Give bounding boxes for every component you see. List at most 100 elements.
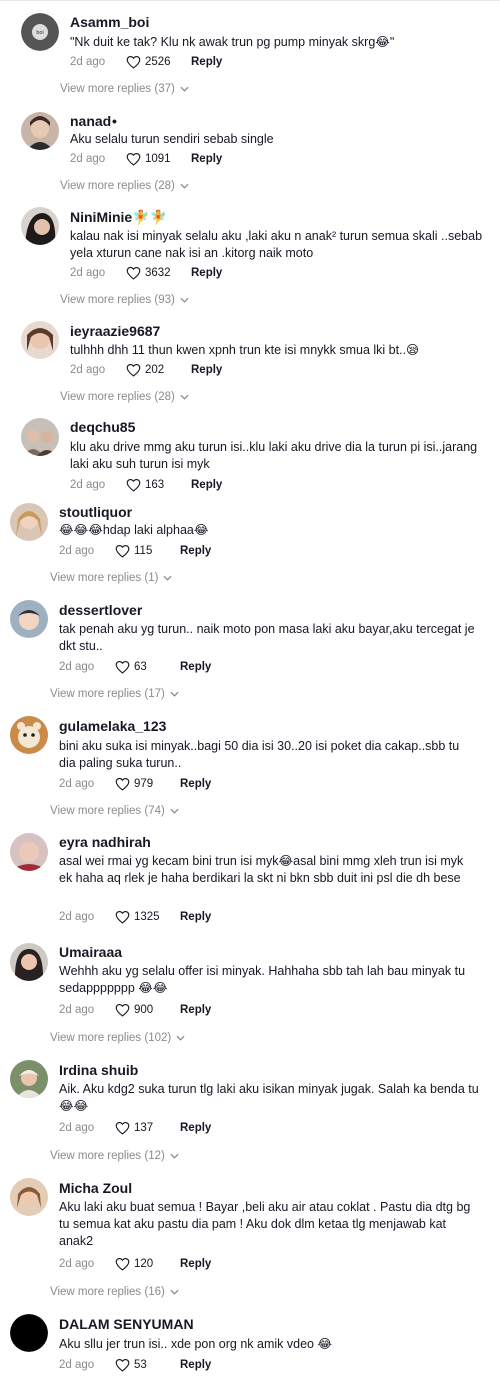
like-count: 163 (145, 479, 165, 491)
reply-button[interactable]: Reply (191, 153, 222, 165)
view-more-replies-label: View more replies (12) (50, 1150, 165, 1162)
comment-date: 2d ago (70, 364, 106, 376)
avatar-photo-icon[interactable] (21, 321, 59, 359)
reply-button[interactable]: Reply (180, 778, 211, 790)
heart-icon (126, 152, 141, 166)
comment-username[interactable]: dessertlover (59, 602, 142, 618)
comment-username[interactable]: nanad (70, 113, 111, 129)
like-count: 2526 (145, 56, 171, 68)
comment-text: Aku laki aku buat semua ! Bayar ,beli ak… (59, 1200, 471, 1248)
heart-icon (115, 1358, 130, 1372)
like-count: 115 (134, 545, 153, 557)
comment-username[interactable]: eyra nadhirah (59, 834, 151, 850)
comment-username[interactable]: DALAM SENYUMAN (59, 1316, 194, 1332)
comment-meta: 2d ago 900 Reply (59, 1002, 211, 1018)
reply-button[interactable]: Reply (180, 545, 211, 557)
chevron-down-icon (180, 183, 189, 189)
heart-icon (126, 266, 141, 280)
view-more-replies[interactable]: View more replies (28) (60, 180, 189, 192)
comment-username[interactable]: gulamelaka_123 (59, 718, 166, 734)
like-button[interactable]: 120 (115, 1257, 180, 1271)
avatar-photo-icon[interactable] (10, 600, 48, 638)
comment-username[interactable]: Irdina shuib (59, 1062, 138, 1078)
avatar-blank-icon[interactable] (10, 1314, 48, 1352)
reply-button[interactable]: Reply (180, 1004, 211, 1016)
avatar-photo-icon[interactable] (21, 207, 59, 245)
reply-button[interactable]: Reply (191, 267, 222, 279)
like-button[interactable]: 1325 (115, 910, 180, 924)
like-button[interactable]: 1091 (126, 152, 191, 166)
avatar-photo-icon[interactable] (10, 1060, 48, 1098)
svg-text:boi: boi (36, 30, 44, 36)
view-more-replies[interactable]: View more replies (28) (60, 391, 189, 403)
view-more-replies[interactable]: View more replies (17) (50, 688, 179, 700)
view-more-replies-label: View more replies (28) (60, 391, 175, 403)
view-more-replies[interactable]: View more replies (102) (50, 1032, 185, 1044)
like-button[interactable]: 53 (115, 1358, 180, 1372)
avatar-photo-icon[interactable] (10, 943, 48, 981)
avatar-photo-icon[interactable] (10, 716, 48, 754)
reply-button[interactable]: Reply (180, 1258, 211, 1270)
heart-icon (126, 363, 141, 377)
like-button[interactable]: 2526 (126, 55, 191, 69)
avatar-logo-icon[interactable]: boi (21, 13, 59, 51)
chevron-down-icon (180, 394, 189, 400)
like-button[interactable]: 63 (115, 660, 180, 674)
avatar-photo-icon[interactable] (10, 1178, 48, 1216)
view-more-replies[interactable]: View more replies (93) (60, 294, 189, 306)
comment-meta: 2d ago 979 Reply (59, 776, 211, 792)
like-button[interactable]: 202 (126, 363, 191, 377)
heart-icon (115, 1003, 130, 1017)
reply-button[interactable]: Reply (191, 56, 222, 68)
like-button[interactable]: 163 (126, 478, 191, 492)
heart-icon (126, 55, 141, 69)
comment-username[interactable]: Asamm_boi (70, 14, 149, 30)
avatar-photo-icon[interactable] (10, 503, 48, 541)
heart-icon (115, 660, 130, 674)
comment-meta: 2d ago 3632 Reply (70, 265, 222, 281)
comment-username[interactable]: Umairaaa (59, 944, 122, 960)
comment-date: 2d ago (59, 545, 95, 557)
reply-button[interactable]: Reply (180, 1359, 211, 1371)
view-more-replies-label: View more replies (17) (50, 688, 165, 700)
view-more-replies[interactable]: View more replies (12) (50, 1150, 179, 1162)
reply-button[interactable]: Reply (191, 364, 222, 376)
like-button[interactable]: 115 (115, 544, 180, 558)
comment-meta: 2d ago 137 Reply (59, 1120, 211, 1136)
heart-icon (115, 1121, 130, 1135)
reply-button[interactable]: Reply (180, 911, 211, 923)
like-button[interactable]: 900 (115, 1003, 180, 1017)
comment-username[interactable]: stoutliquor (59, 504, 132, 520)
like-count: 3632 (145, 267, 171, 279)
avatar-photo-icon[interactable] (21, 112, 59, 150)
view-more-replies-label: View more replies (74) (50, 805, 165, 817)
avatar-photo-icon[interactable] (10, 833, 48, 871)
view-more-replies[interactable]: View more replies (74) (50, 805, 179, 817)
comment-username[interactable]: ieyraazie9687 (70, 323, 160, 339)
like-button[interactable]: 137 (115, 1121, 180, 1135)
avatar-photo-icon[interactable] (21, 418, 59, 456)
comment-username[interactable]: NiniMinie🧚🧚 (70, 209, 167, 226)
reply-button[interactable]: Reply (180, 661, 211, 673)
comment-text: bini aku suka isi minyak..bagi 50 dia is… (59, 739, 460, 770)
comment-meta: 2d ago 63 Reply (59, 659, 211, 675)
like-button[interactable]: 3632 (126, 266, 191, 280)
chevron-down-icon (180, 86, 189, 92)
like-button[interactable]: 979 (115, 777, 180, 791)
comment-meta: 2d ago 2526 Reply (70, 54, 222, 70)
view-more-replies-label: View more replies (28) (60, 180, 175, 192)
comment-text: Aku sllu jer trun isi.. xde pon org nk a… (59, 1337, 333, 1351)
heart-icon (115, 544, 130, 558)
view-more-replies[interactable]: View more replies (1) (50, 572, 172, 584)
comment-date: 2d ago (59, 911, 95, 923)
comment-username[interactable]: Micha Zoul (59, 1180, 132, 1196)
comment-text: asal wei rmai yg kecam bini trun isi myk… (59, 854, 464, 885)
reply-button[interactable]: Reply (180, 1122, 211, 1134)
view-more-replies[interactable]: View more replies (16) (50, 1286, 179, 1298)
reply-button[interactable]: Reply (191, 479, 222, 491)
view-more-replies[interactable]: View more replies (37) (60, 83, 189, 95)
comment-username[interactable]: deqchu85 (70, 419, 135, 435)
like-count: 63 (134, 661, 147, 673)
view-more-replies-label: View more replies (102) (50, 1032, 172, 1044)
comment-meta: 2d ago 53 Reply (59, 1357, 211, 1373)
